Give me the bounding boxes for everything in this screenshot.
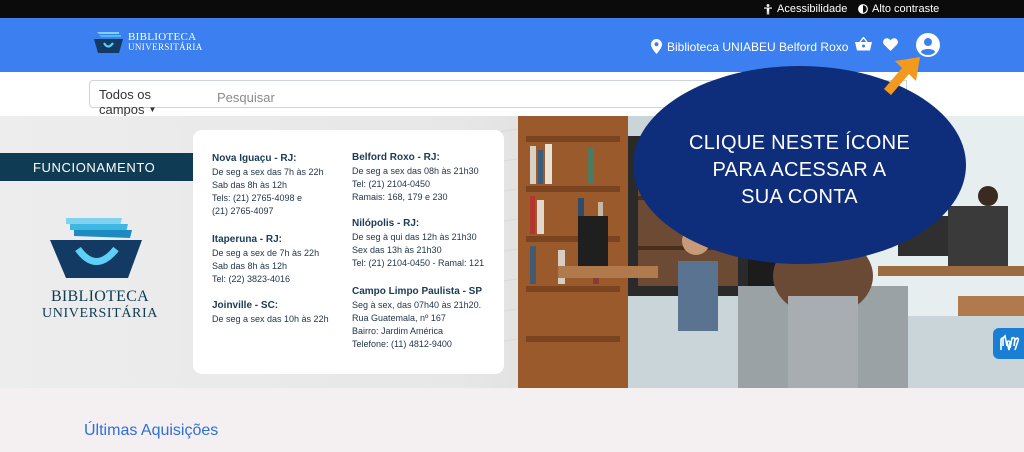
content-section: Últimas Aquisições [0, 388, 1024, 452]
heart-icon[interactable] [883, 38, 898, 51]
location-label: Biblioteca UNIABEU Belford Roxo [667, 39, 849, 54]
hands-icon [1000, 334, 1020, 351]
branch-line: Ramais: 168, 179 e 230 [352, 192, 448, 202]
branch-block: Joinville - SC: De seg a sex das 10h às … [212, 299, 329, 326]
branch-title: Nilópolis - RJ: [352, 218, 420, 229]
logo-line-1: BIBLIOTECA [128, 31, 197, 43]
sign-language-widget[interactable] [993, 328, 1024, 359]
book-logo-icon [94, 32, 123, 53]
branch-line: Rua Guatemala, nº 167 [352, 313, 446, 323]
accessibility-link[interactable]: Acessibilidade [763, 3, 847, 15]
branch-line: Telefone: (11) 4812-9400 [352, 339, 452, 349]
branch-title: Joinville - SC: [212, 300, 279, 311]
logo-line-2: UNIVERSITÁRIA [42, 306, 158, 321]
branch-line: De seg a sex das 08h às 21h30 [352, 166, 479, 176]
branch-block: Nilópolis - RJ: De seg à qui das 12h às … [352, 217, 484, 270]
map-pin-icon [651, 39, 662, 54]
branch-line: Tel: (21) 2104-0450 - Ramal: 121 [352, 258, 485, 268]
site-logo[interactable]: BIBLIOTECA UNIVERSITÁRIA [93, 30, 203, 54]
branch-line: Sab das 8h às 12h [212, 261, 288, 271]
branch-line: De seg a sex das 10h às 22h [212, 314, 329, 324]
library-location-selector[interactable]: Biblioteca UNIABEU Belford Roxo ▼ [651, 39, 865, 54]
branch-title: Campo Limpo Paulista - SP [352, 286, 483, 297]
contrast-icon [858, 4, 868, 14]
accessibility-icon [764, 3, 772, 14]
branch-line: Tels: (21) 2765-4098 e [212, 193, 303, 203]
basket-icon[interactable] [855, 37, 872, 51]
library-logo: BIBLIOTECA UNIVERSITÁRIA [40, 216, 160, 321]
branch-title: Belford Roxo - RJ: [352, 152, 440, 163]
branch-title: Itaperuna - RJ: [212, 234, 283, 245]
contrast-label: Alto contraste [872, 3, 940, 15]
branch-line: De seg a sex das 7h às 22h [212, 167, 324, 177]
callout-line-3: SUA CONTA [741, 186, 858, 208]
branch-line: Sab das 8h às 12h [212, 180, 288, 190]
branch-line: Seg à sex, das 07h40 às 21h20. [352, 300, 482, 310]
search-field-select[interactable]: Todos os campos ▼ [89, 80, 208, 117]
logo-line-1: BIBLIOTECA [50, 288, 150, 305]
arrow-pointer-icon [884, 57, 920, 95]
latest-acquisitions-title: Últimas Aquisições [84, 422, 219, 439]
branch-line: De seg a sex de 7h às 22h [212, 248, 320, 258]
branch-line: Tel: (22) 3823-4016 [212, 274, 291, 284]
branch-line: De seg à qui das 12h às 21h30 [352, 232, 477, 242]
high-contrast-link[interactable]: Alto contraste [858, 3, 939, 15]
top-utility-bar: Acessibilidade Alto contraste [0, 0, 1024, 18]
book-logo-icon [50, 218, 142, 278]
callout-line-1: CLIQUE NESTE ÍCONE [689, 132, 910, 154]
accessibility-label: Acessibilidade [777, 3, 848, 15]
operating-hours-label: FUNCIONAMENTO [0, 153, 194, 181]
branch-line: Bairro: Jardim América [352, 326, 444, 336]
user-account-icon[interactable] [916, 33, 940, 57]
hours-card: Nova Iguaçu - RJ: De seg a sex das 7h às… [193, 130, 504, 374]
search-field-select-value: Todos os campos [99, 87, 152, 117]
branch-line: Tel: (21) 2104-0450 [352, 179, 431, 189]
branch-block: Itaperuna - RJ: De seg a sex de 7h às 22… [212, 233, 319, 286]
branch-block: Belford Roxo - RJ: De seg a sex das 08h … [352, 151, 479, 204]
callout-line-2: PARA ACESSAR A [712, 159, 887, 181]
branch-block: Nova Iguaçu - RJ: De seg a sex das 7h às… [212, 152, 324, 218]
callout-text: CLIQUE NESTE ÍCONE PARA ACESSAR A SUA CO… [633, 130, 966, 211]
branch-line: Sex das 13h às 21h30 [352, 245, 442, 255]
logo-line-2: UNIVERSITÁRIA [128, 42, 203, 52]
branch-title: Nova Iguaçu - RJ: [212, 153, 297, 164]
site-header: BIBLIOTECA UNIVERSITÁRIA Biblioteca UNIA… [0, 18, 1024, 72]
branch-line: (21) 2765-4097 [212, 206, 274, 216]
branch-block: Campo Limpo Paulista - SP Seg à sex, das… [352, 285, 482, 351]
chevron-down-icon: ▼ [148, 105, 157, 114]
